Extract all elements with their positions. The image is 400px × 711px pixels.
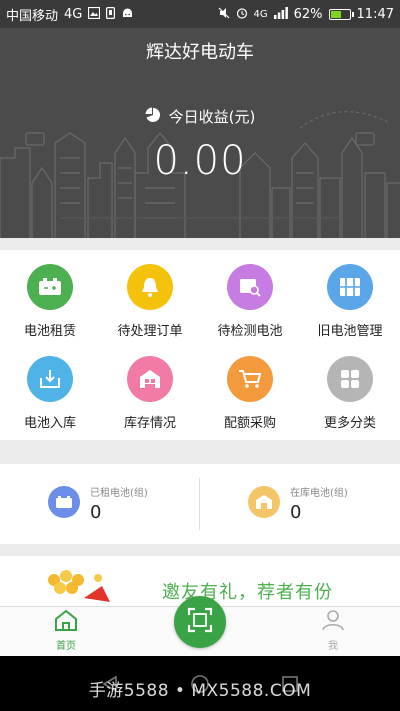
stat-rented-batteries[interactable]: 已租电池(组) 0 [0,464,200,544]
image-icon [88,6,101,21]
grid-item-more-categories[interactable]: 更多分类 [300,342,400,432]
grid-item-label: 电池租赁 [23,324,76,339]
grid-item-label: 库存情况 [123,416,176,431]
grid-item-battery-stock-in[interactable]: 电池入库 [0,342,100,432]
battery-icon [27,264,73,310]
status-bar: 中国移动 4G 4G 62% 11:47 [0,0,400,28]
grid-item-inventory[interactable]: 库存情况 [100,342,200,432]
grid-item-old-battery-management[interactable]: 旧电池管理 [300,250,400,340]
page-title: 辉达好电动车 [146,42,254,63]
tab-label: 我 [328,641,338,652]
pie-chart-icon [145,107,161,127]
alarm-icon [236,7,248,21]
grid-item-label: 配额采购 [223,416,276,431]
battery-percent: 62% [293,6,323,22]
grid-item-battery-rental[interactable]: 电池租赁 [0,250,100,340]
grid-item-pending-inspection[interactable]: 待检测电池 [200,250,300,340]
grid-item-pending-orders[interactable]: 待处理订单 [100,250,200,340]
function-grid: 电池租赁 待处理订单 待检测电池 旧电池管理 电池入库 库存情况 配额采购 更多… [0,250,400,440]
bell-icon [127,264,173,310]
stat-stock-batteries[interactable]: 在库电池(组) 0 [200,464,400,544]
warehouse-icon [248,486,280,518]
signal-icon [273,7,288,21]
tab-me[interactable]: 我 [293,609,373,655]
grid-item-quota-purchase[interactable]: 配额采购 [200,342,300,432]
header: 辉达好电动车 今日收益(元) 0.00 [0,28,400,238]
stat-label: 在库电池(组) [290,488,348,499]
watermark: 手游5588 • MX5588.COM [88,681,312,701]
inspect-icon [227,264,273,310]
user-icon [321,609,345,635]
grid-item-label: 电池入库 [23,416,76,431]
grid-item-label: 待检测电池 [217,324,283,339]
stat-value: 0 [290,502,302,523]
scan-button[interactable] [174,596,226,648]
tab-label: 首页 [56,641,76,652]
grid-item-label: 更多分类 [323,416,376,431]
grid-item-label: 旧电池管理 [317,324,383,339]
battery-fill [330,10,342,18]
app-screen: 中国移动 4G 4G 62% 11:47 辉达好电动车 今日收益(元) 0.00… [0,0,400,711]
cart-icon [227,356,273,402]
battery-icon [328,8,354,20]
carrier-label: 中国移动 [6,8,59,24]
earnings-value: 0.00 [153,138,247,184]
mute-icon [218,7,230,21]
battery-icon [48,486,80,518]
stat-label: 已租电池(组) [90,488,148,499]
network-right-label: 4G [253,8,268,20]
scan-icon [187,607,213,637]
sim-icon [106,7,116,21]
battery-stats: 已租电池(组) 0 在库电池(组) 0 [0,464,400,544]
grid-item-label: 待处理订单 [117,324,183,339]
network-label: 4G [64,6,83,22]
warehouse-icon [127,356,173,402]
category-icon [327,356,373,402]
clock: 11:47 [356,6,394,22]
tab-home[interactable]: 首页 [26,609,106,655]
android-icon [121,7,134,21]
earnings-label-row: 今日收益(元) [0,106,400,127]
coins-illustration [48,570,110,602]
stat-value: 0 [90,502,102,523]
earnings-label: 今日收益(元) [168,108,256,126]
grid-box-icon [327,264,373,310]
inbox-icon [27,356,73,402]
home-icon [54,609,78,635]
